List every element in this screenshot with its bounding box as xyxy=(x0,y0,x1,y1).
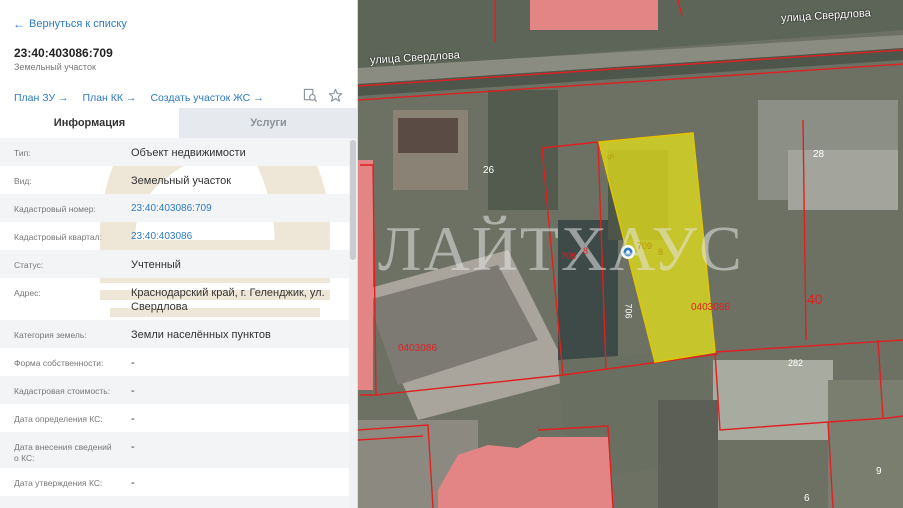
info-row: Дата применения КС: - xyxy=(0,496,350,508)
cadastral-quarter-link[interactable]: 23:40:403086 xyxy=(117,222,350,244)
info-row: Дата утверждения КС: - xyxy=(0,468,350,496)
row-label: Статус: xyxy=(14,260,44,270)
object-title: 23:40:403086:709 xyxy=(14,46,113,60)
row-label: Кадастровый квартал: xyxy=(14,232,102,242)
info-row: Форма собственности: - xyxy=(0,348,350,376)
back-to-list-link[interactable]: ← Вернуться к списку xyxy=(13,17,127,31)
back-link-label: Вернуться к списку xyxy=(29,18,127,30)
row-value: Земли населённых пунктов xyxy=(131,329,271,341)
info-row: Дата определения КС: - xyxy=(0,404,350,432)
info-row: Адрес: Краснодарский край, г. Геленджик,… xyxy=(0,278,350,320)
row-value: - xyxy=(131,413,135,425)
row-value: - xyxy=(131,357,135,369)
info-row: Статус: Учтенный xyxy=(0,250,350,278)
create-plot-link[interactable]: Создать участок ЖС → xyxy=(150,92,263,104)
info-row: Кадастровый номер: 23:40:403086:709 xyxy=(0,194,350,222)
scrollbar-thumb[interactable] xyxy=(350,140,356,260)
info-row: Категория земель: Земли населённых пункт… xyxy=(0,320,350,348)
row-label: Адрес: xyxy=(14,288,41,298)
row-value: - xyxy=(117,496,350,508)
row-value: Краснодарский край, г. Геленджик, ул. Св… xyxy=(131,287,325,313)
tab-services[interactable]: Услуги xyxy=(179,108,357,138)
row-label: Дата определения КС: xyxy=(14,414,103,424)
row-label: Дата внесения сведений о КС: xyxy=(14,442,112,463)
plan-kk-link[interactable]: План КК → xyxy=(83,92,137,104)
map-canvas[interactable] xyxy=(358,0,903,508)
row-label: Дата утверждения КС: xyxy=(14,478,103,488)
info-row: Кадастровый квартал: 23:40:403086 xyxy=(0,222,350,250)
action-links: План ЗУ → План КК → Создать участок ЖС → xyxy=(14,92,264,104)
row-value: - xyxy=(131,477,135,489)
tab-bar: Информация Услуги xyxy=(0,108,357,138)
info-row: Тип: Объект недвижимости xyxy=(0,138,350,166)
row-value: Объект недвижимости xyxy=(131,147,246,159)
star-icon[interactable] xyxy=(328,88,343,103)
plan-zu-link[interactable]: План ЗУ → xyxy=(14,92,69,104)
row-value: Учтенный xyxy=(131,259,181,271)
info-row: Вид: Земельный участок xyxy=(0,166,350,194)
cadastral-number-link[interactable]: 23:40:403086:709 xyxy=(117,194,350,216)
row-label: Кадастровая стоимость: xyxy=(14,386,111,396)
action-icons xyxy=(303,88,343,103)
satellite-map[interactable]: улица Свердлова улица Свердлова ЛАЙТХАУС… xyxy=(358,0,903,508)
info-rows: Тип: Объект недвижимости Вид: Земельный … xyxy=(0,138,350,508)
row-label: Дата применения КС: xyxy=(0,496,117,508)
row-label: Форма собственности: xyxy=(14,358,104,368)
info-panel: ← Вернуться к списку 23:40:403086:709 Зе… xyxy=(0,0,358,508)
row-value: - xyxy=(131,385,135,397)
row-label: Категория земель: xyxy=(14,330,87,340)
info-row: Дата внесения сведений о КС: - xyxy=(0,432,350,468)
row-label: Вид: xyxy=(14,176,32,186)
tab-info[interactable]: Информация xyxy=(0,108,179,138)
object-subtitle: Земельный участок xyxy=(14,62,96,72)
info-row: Кадастровая стоимость: - xyxy=(0,376,350,404)
row-label: Тип: xyxy=(14,148,31,158)
row-label: Кадастровый номер: xyxy=(14,204,96,214)
arrow-left-icon: ← xyxy=(13,17,25,31)
row-value: Земельный участок xyxy=(131,175,232,187)
panel-scrollbar[interactable] xyxy=(349,138,357,508)
search-document-icon[interactable] xyxy=(303,88,318,103)
row-value: - xyxy=(131,441,135,453)
